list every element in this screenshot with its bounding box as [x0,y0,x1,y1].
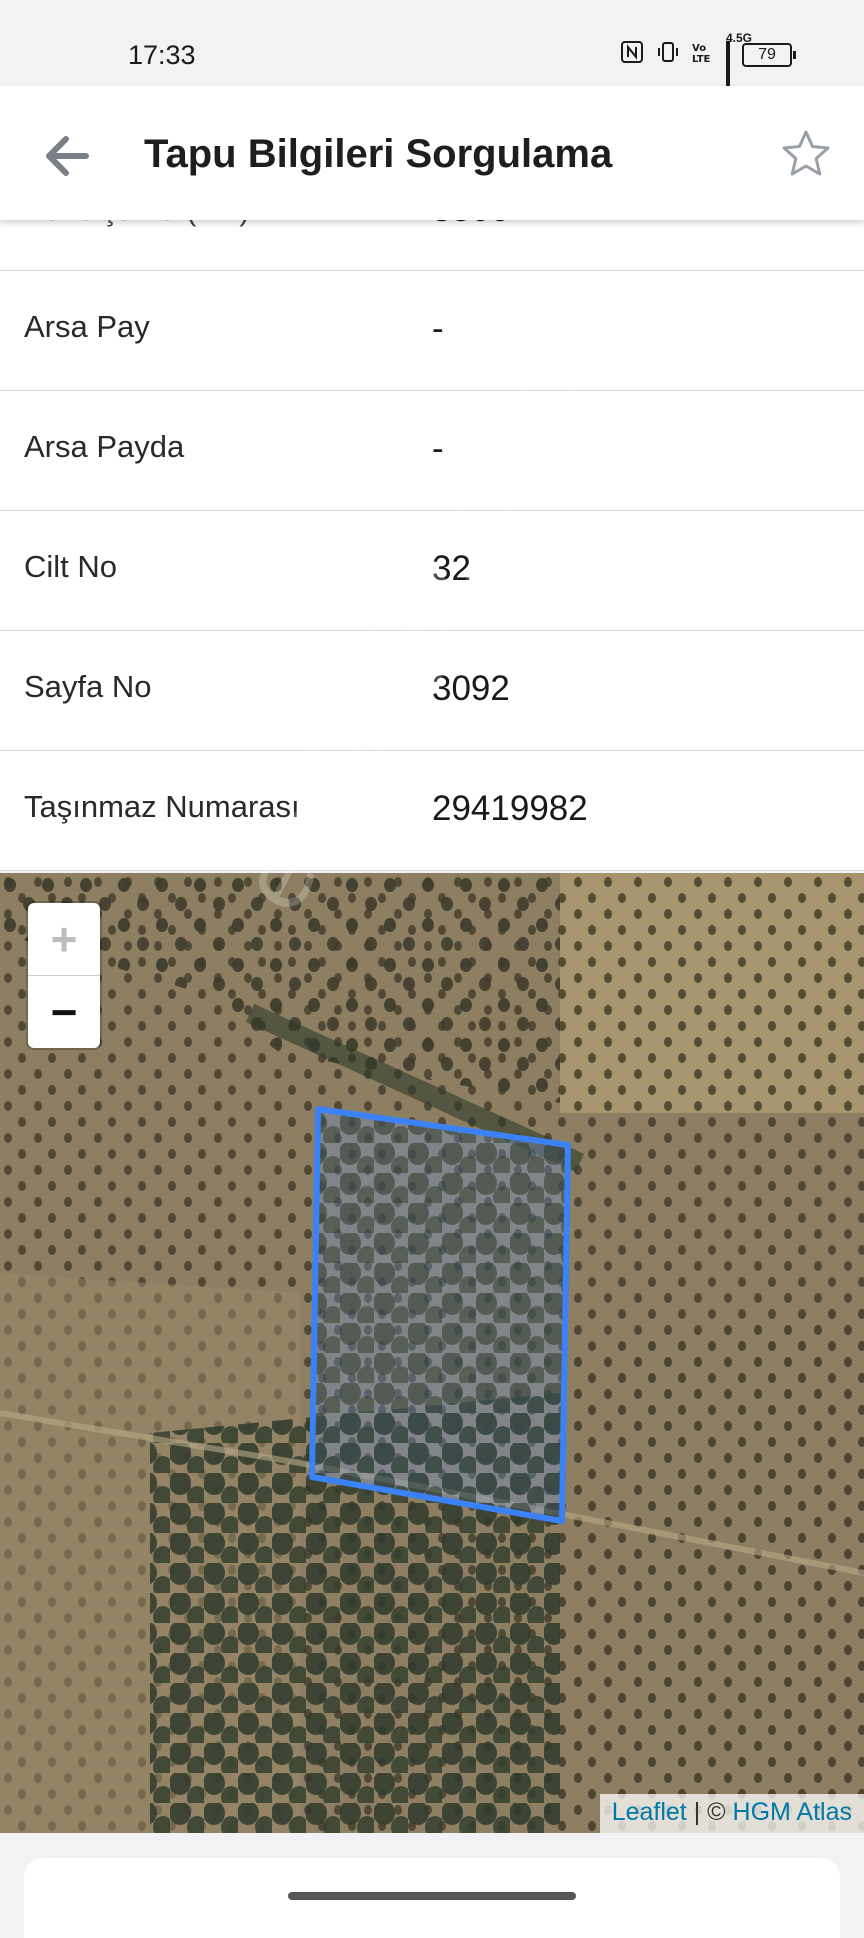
attribution-separator: | © [686,1798,733,1826]
property-info-list: Yüzölçümü (m2) 3500 Arsa Pay - Arsa Payd… [0,152,864,871]
page-title: Tapu Bilgileri Sorgulama [144,132,613,176]
status-time: 17:33 [128,40,196,70]
arrow-left-icon[interactable] [36,126,96,186]
status-bar: 17:33 Vo LTE 4.5G 79 [0,0,864,111]
satellite-imagery [0,873,864,1833]
info-value: - [432,309,444,348]
parcel-map[interactable]: + − Leaflet | © HGM Atlas [0,873,864,1833]
leaflet-link[interactable]: Leaflet [612,1798,687,1826]
svg-text:LTE: LTE [692,54,711,64]
info-label: Arsa Payda [24,429,185,464]
nfc-icon [620,40,644,70]
status-icons: Vo LTE 4.5G 79 [620,31,796,111]
zoom-in-button[interactable]: + [28,903,100,976]
info-value: - [432,429,444,468]
info-value: 3092 [432,669,510,708]
info-label: Taşınmaz Numarası [24,789,300,824]
zoom-out-button[interactable]: − [28,976,100,1048]
info-label: Arsa Pay [24,309,150,344]
info-row-cilt-no: Cilt No 32 [0,511,864,631]
battery-icon: 79 [742,43,796,67]
svg-text:Vo: Vo [692,43,706,54]
info-label: Sayfa No [24,669,152,704]
info-row-arsa-pay: Arsa Pay - [0,271,864,391]
vibrate-icon [656,40,680,70]
star-outline-icon[interactable] [778,126,834,182]
home-indicator[interactable] [288,1892,576,1900]
info-row-tasinmaz-numarasi: Taşınmaz Numarası 29419982 [0,751,864,871]
volte-icon: Vo LTE [692,40,714,70]
info-value: 29419982 [432,789,588,828]
info-row-sayfa-no: Sayfa No 3092 [0,631,864,751]
info-row-arsa-payda: Arsa Payda - [0,391,864,511]
info-label: Cilt No [24,549,118,584]
4g-signal-icon: 4.5G [726,31,752,111]
app-bar: Tapu Bilgileri Sorgulama [0,86,864,220]
map-attribution: Leaflet | © HGM Atlas [599,1794,864,1833]
hgm-atlas-link[interactable]: HGM Atlas [733,1798,852,1826]
zoom-control: + − [28,903,100,1048]
info-value: 32 [432,549,471,588]
